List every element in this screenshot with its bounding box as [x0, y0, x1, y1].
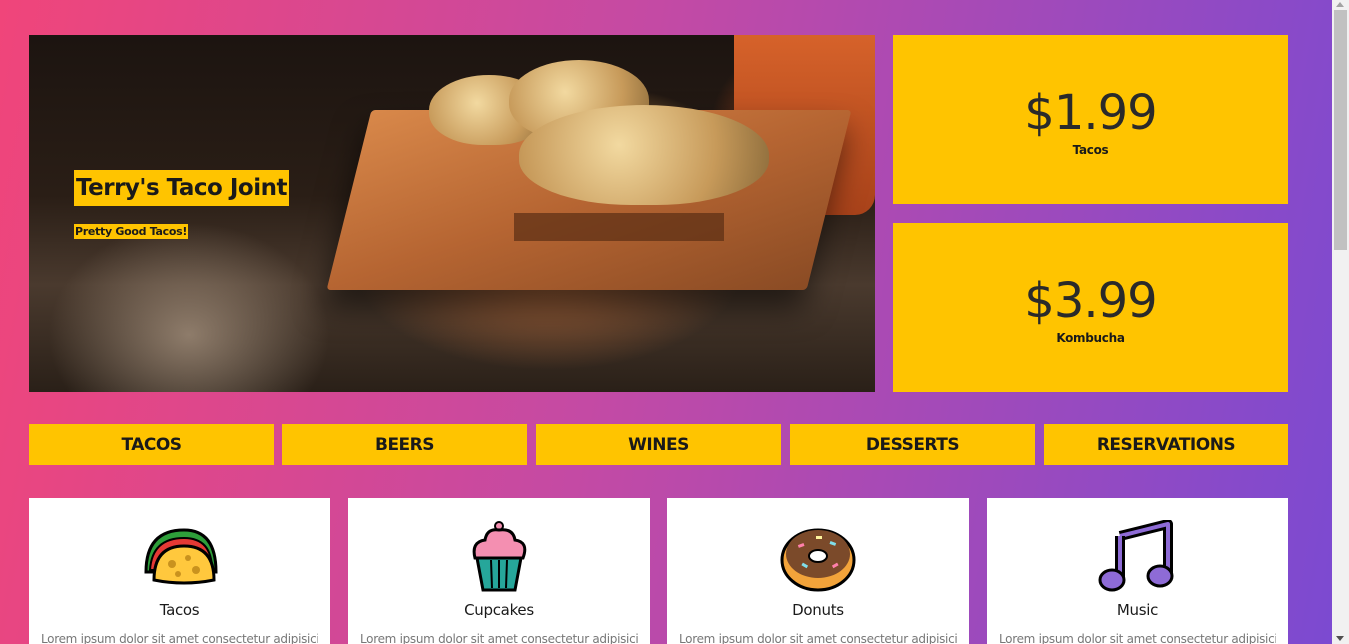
nav-button-beers[interactable]: BEERS	[282, 424, 527, 465]
card-title: Cupcakes	[464, 601, 534, 619]
card-cupcakes[interactable]: Cupcakes Lorem ipsum dolor sit amet cons…	[348, 498, 650, 644]
card-title: Music	[1116, 601, 1159, 619]
vertical-scrollbar[interactable]	[1332, 0, 1349, 644]
nav-button-tacos[interactable]: TACOS	[29, 424, 274, 465]
site-title: Terry's Taco Joint	[74, 170, 289, 206]
price-label: Kombucha	[1056, 331, 1125, 345]
nav-button-reservations[interactable]: RESERVATIONS	[1044, 424, 1288, 465]
card-music[interactable]: Music Lorem ipsum dolor sit amet consect…	[987, 498, 1288, 644]
card-description: Lorem ipsum dolor sit amet consectetur a…	[41, 632, 318, 644]
scroll-up-icon[interactable]	[1336, 2, 1344, 7]
page: Terry's Taco Joint Pretty Good Tacos! $1…	[0, 0, 1332, 644]
taco-icon	[143, 528, 218, 585]
price-card-kombucha: $3.99 Kombucha	[893, 223, 1288, 392]
card-description: Lorem ipsum dolor sit amet consectetur a…	[679, 632, 957, 644]
scroll-down-icon[interactable]	[1336, 636, 1344, 641]
card-title: Tacos	[159, 601, 200, 619]
card-tacos[interactable]: Tacos Lorem ipsum dolor sit amet consect…	[29, 498, 330, 644]
site-tagline: Pretty Good Tacos!	[74, 224, 189, 239]
card-title: Donuts	[792, 601, 844, 619]
nav-button-wines[interactable]: WINES	[536, 424, 781, 465]
card-donuts[interactable]: Donuts Lorem ipsum dolor sit amet consec…	[667, 498, 969, 644]
hero-banner: Terry's Taco Joint Pretty Good Tacos!	[29, 35, 875, 392]
music-note-icon	[1098, 520, 1173, 592]
donut-icon	[780, 528, 856, 592]
price-card-tacos: $1.99 Tacos	[893, 35, 1288, 204]
price-value: $1.99	[1024, 85, 1157, 141]
cupcake-icon	[472, 521, 527, 592]
card-description: Lorem ipsum dolor sit amet consectetur a…	[999, 632, 1276, 644]
card-description: Lorem ipsum dolor sit amet consectetur a…	[360, 632, 638, 644]
price-value: $3.99	[1024, 273, 1157, 329]
nav-button-desserts[interactable]: DESSERTS	[790, 424, 1035, 465]
price-label: Tacos	[1072, 143, 1109, 157]
hero-text: Terry's Taco Joint Pretty Good Tacos!	[74, 170, 289, 239]
scrollbar-thumb[interactable]	[1334, 10, 1347, 250]
